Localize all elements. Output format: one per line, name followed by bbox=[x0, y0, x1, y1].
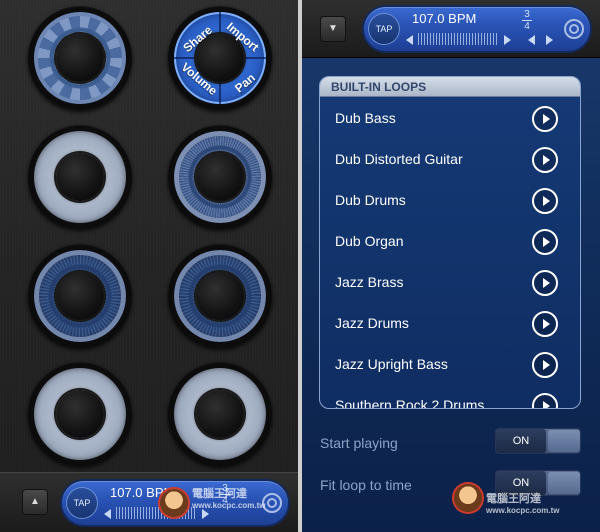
loop-name: Jazz Upright Bass bbox=[335, 356, 448, 372]
pad-center bbox=[56, 153, 104, 201]
loop-pad-6[interactable] bbox=[168, 244, 272, 348]
transport-bar: ▲ TAP 107.0 BPM 3 4 電腦王阿達 www.kocpc.com.… bbox=[0, 472, 298, 532]
watermark-mascot-icon bbox=[454, 484, 482, 512]
loop-item[interactable]: Dub Bass bbox=[320, 98, 580, 139]
fit-loop-label: Fit loop to time bbox=[320, 477, 412, 493]
play-icon[interactable] bbox=[532, 188, 558, 214]
tempo-decrease-icon[interactable] bbox=[104, 509, 111, 519]
watermark-url: www.kocpc.com.tw bbox=[192, 501, 266, 510]
pad-center bbox=[196, 272, 244, 320]
loop-item[interactable]: Dub Drums bbox=[320, 180, 580, 221]
play-icon[interactable] bbox=[532, 393, 558, 408]
play-icon[interactable] bbox=[532, 311, 558, 337]
toggle-knob[interactable] bbox=[548, 472, 580, 494]
loop-pad-2-menu[interactable]: Share Import Volume Pan bbox=[168, 6, 272, 110]
fit-loop-setting: Fit loop to time ON bbox=[302, 470, 600, 500]
loop-name: Dub Bass bbox=[335, 110, 396, 126]
watermark-text: 電腦王阿達 bbox=[192, 488, 247, 500]
collapse-down-button[interactable]: ▼ bbox=[320, 16, 346, 42]
pad-center bbox=[56, 272, 104, 320]
tempo-increase-icon[interactable] bbox=[546, 35, 553, 45]
time-sig-bottom: 4 bbox=[524, 21, 530, 32]
built-in-loops-list[interactable]: BUILT-IN LOOPS Dub Bass Dub Distorted Gu… bbox=[319, 76, 581, 409]
expand-up-button[interactable]: ▲ bbox=[22, 489, 48, 515]
loop-name: Dub Distorted Guitar bbox=[335, 151, 463, 167]
play-icon[interactable] bbox=[532, 270, 558, 296]
tempo-slider[interactable] bbox=[418, 33, 498, 45]
loop-pad-3[interactable] bbox=[28, 125, 132, 229]
tempo-increase-icon[interactable] bbox=[202, 509, 209, 519]
loop-pad-8[interactable] bbox=[168, 362, 272, 466]
time-sig-top: 3 bbox=[524, 9, 530, 20]
loop-item[interactable]: Dub Organ bbox=[320, 221, 580, 262]
toggle-state: ON bbox=[496, 429, 546, 453]
loop-name: Jazz Drums bbox=[335, 315, 409, 331]
watermark-url: www.kocpc.com.tw bbox=[486, 506, 560, 515]
play-icon[interactable] bbox=[532, 147, 558, 173]
loops-section-header: BUILT-IN LOOPS bbox=[320, 77, 580, 97]
loop-item[interactable]: Southern Rock 2 Drums bbox=[320, 385, 580, 409]
tap-tempo-button[interactable]: TAP bbox=[368, 13, 400, 45]
loop-browser-panel: ▼ TAP 107.0 BPM 3 4 BUILT-IN LOOPS Dub B… bbox=[302, 0, 600, 532]
pad-center bbox=[56, 34, 104, 82]
play-icon[interactable] bbox=[532, 229, 558, 255]
play-icon[interactable] bbox=[532, 106, 558, 132]
tempo-increase-icon[interactable] bbox=[504, 35, 511, 45]
time-signature[interactable]: 3 4 bbox=[522, 9, 532, 32]
watermark-text: 電腦王阿達 bbox=[486, 493, 541, 505]
loop-item[interactable]: Jazz Drums bbox=[320, 303, 580, 344]
pad-center bbox=[56, 390, 104, 438]
tempo-control[interactable]: TAP 107.0 BPM 3 4 bbox=[364, 7, 590, 51]
loop-name: Southern Rock 2 Drums bbox=[335, 397, 485, 409]
tempo-decrease-icon[interactable] bbox=[406, 35, 413, 45]
settings-gear-icon[interactable] bbox=[564, 19, 584, 39]
loop-pad-4[interactable] bbox=[168, 125, 272, 229]
loop-item[interactable]: Dub Distorted Guitar bbox=[320, 139, 580, 180]
toggle-knob[interactable] bbox=[548, 430, 580, 452]
pad-center bbox=[196, 390, 244, 438]
loop-pad-5[interactable] bbox=[28, 244, 132, 348]
bpm-readout: 107.0 BPM bbox=[412, 11, 477, 26]
loop-item[interactable]: Jazz Brass bbox=[320, 262, 580, 303]
loop-name: Dub Organ bbox=[335, 233, 404, 249]
loop-name: Jazz Brass bbox=[335, 274, 404, 290]
pad-center bbox=[196, 153, 244, 201]
start-playing-setting: Start playing ON bbox=[302, 428, 600, 458]
loop-item[interactable]: Jazz Upright Bass bbox=[320, 344, 580, 385]
loop-pad-7[interactable] bbox=[28, 362, 132, 466]
play-icon[interactable] bbox=[532, 352, 558, 378]
start-playing-label: Start playing bbox=[320, 435, 398, 451]
tempo-decrease-icon[interactable] bbox=[528, 35, 535, 45]
start-playing-toggle[interactable]: ON bbox=[495, 428, 581, 454]
loop-name: Dub Drums bbox=[335, 192, 406, 208]
tap-tempo-button[interactable]: TAP bbox=[66, 487, 98, 519]
loop-pad-1[interactable] bbox=[28, 6, 132, 110]
transport-bar: ▼ TAP 107.0 BPM 3 4 bbox=[302, 0, 600, 58]
loop-pads-panel: Share Import Volume Pan ▲ TAP 107.0 BPM bbox=[0, 0, 298, 532]
watermark-mascot-icon bbox=[160, 489, 188, 517]
